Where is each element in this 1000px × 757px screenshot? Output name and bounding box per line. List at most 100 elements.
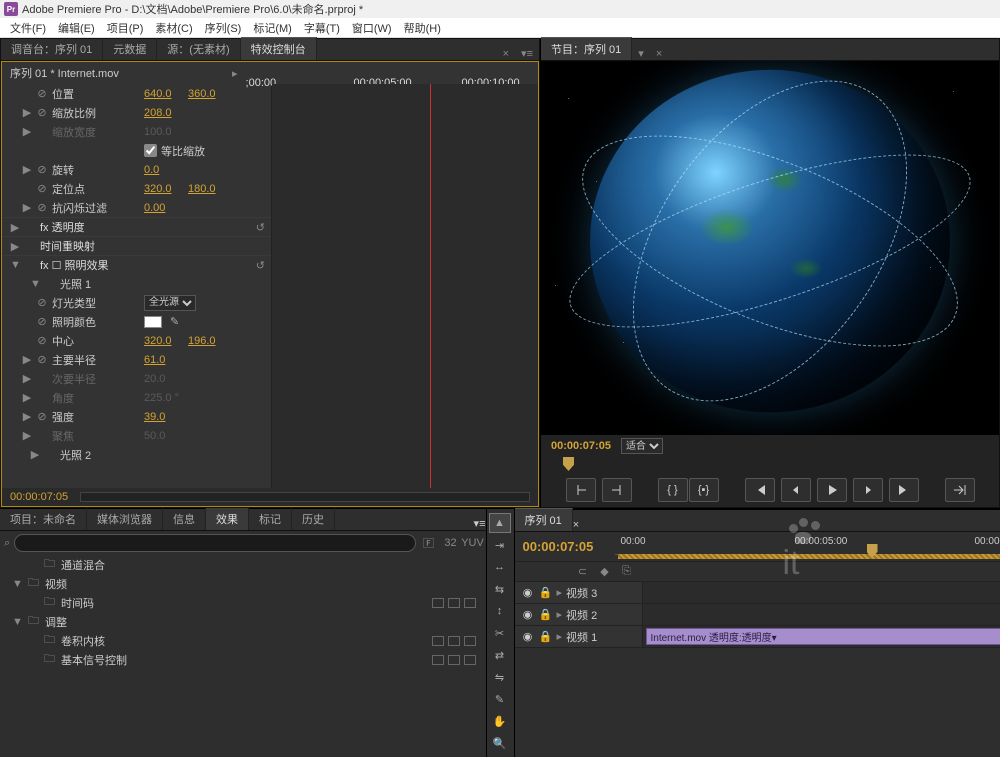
tab-effects[interactable]: 效果 [206,507,249,530]
twirl-icon[interactable]: ▶ [30,448,40,461]
stopwatch-icon[interactable]: ⊘ [36,296,48,309]
twirl-icon[interactable]: ▶ [22,372,32,385]
twirl-icon[interactable]: ▶ [22,106,32,119]
razor-tool[interactable]: ✂ [489,623,511,643]
program-view[interactable] [541,61,999,435]
program-current-time[interactable]: 00:00:07:05 [551,440,611,452]
tab-media[interactable]: 媒体浏览器 [87,508,163,530]
yuv-badge-icon[interactable]: YUV [464,534,482,552]
slip-tool[interactable]: ⇄ [489,645,511,665]
ec-panel-menu-icon[interactable]: ▾≡ [515,47,539,60]
menu-window[interactable]: 窗口(W) [346,18,398,38]
ec-current-time[interactable]: 00:00:07:05 [10,491,68,503]
tab-project[interactable]: 项目：未命名 [0,508,87,530]
stopwatch-icon[interactable]: ⊘ [36,106,48,119]
mark-in-button[interactable] [566,478,596,502]
zoom-tool[interactable]: 🔍 [489,733,511,753]
tab-history[interactable]: 历史 [292,508,335,530]
tab-timeline-seq[interactable]: 序列 01 [515,508,573,531]
prop-value[interactable]: 208.0 [144,107,184,119]
tree-item[interactable]: ▼🗀视频 [0,574,486,593]
track-select-tool[interactable]: ⇥ [489,535,511,555]
hand-tool[interactable]: ✋ [489,711,511,731]
effects-search-input[interactable] [14,534,415,552]
fx-badge-icon[interactable]: 🄵 [420,534,438,552]
timeline-close-icon[interactable]: × [573,519,579,531]
effects-tree[interactable]: 🗀通道混合▼🗀视频🗀时间码▼🗀调整🗀卷积内核🗀基本信号控制 [0,555,486,757]
ec-hscroll[interactable] [80,492,530,502]
tab-metadata[interactable]: 元数据 [103,38,157,60]
tree-item[interactable]: 🗀通道混合 [0,555,486,574]
tree-item[interactable]: ▼🗀调整 [0,612,486,631]
program-tab-menu-icon[interactable]: ▾ [632,47,650,60]
bit32-badge-icon[interactable]: 32 [442,534,460,552]
eye-icon[interactable]: ◉ [521,630,535,643]
light-type-select[interactable]: 全光源 [144,295,196,311]
track-header[interactable]: ◉🔒▸视频 2 [515,604,643,625]
bl-panel-menu-icon[interactable]: ▾≡ [474,517,486,530]
insert-button[interactable]: { } [658,478,688,502]
ec-close-icon[interactable]: × [497,48,515,60]
menu-help[interactable]: 帮助(H) [398,18,447,38]
tab-program[interactable]: 节目：序列 01 [541,37,632,60]
menu-file[interactable]: 文件(F) [4,18,52,38]
stopwatch-icon[interactable]: ⊘ [36,334,48,347]
twirl-icon[interactable]: ▶ [22,125,32,138]
link-icon[interactable]: ⎘ [619,565,635,579]
twirl-icon[interactable]: ▶ [22,201,32,214]
twirl-icon[interactable]: ▼ [12,616,22,628]
tree-item[interactable]: 🗀卷积内核 [0,631,486,650]
prop-value-x[interactable]: 640.0 [144,88,184,100]
timeline-ruler[interactable]: 00:00 00:00:05:00 00:00:10:00 [615,532,1000,561]
stopwatch-icon[interactable]: ⊘ [36,87,48,100]
stopwatch-icon[interactable]: ⊘ [36,201,48,214]
tab-audio-mixer[interactable]: 调音台：序列 01 [1,38,103,60]
twirl-icon[interactable]: ▶ [22,391,32,404]
tab-markers[interactable]: 标记 [249,508,292,530]
tab-info[interactable]: 信息 [163,508,206,530]
slide-tool[interactable]: ⇋ [489,667,511,687]
collapse-icon[interactable]: ▸ [557,630,563,643]
track-lane[interactable] [643,582,1000,603]
menu-title[interactable]: 字幕(T) [298,18,346,38]
track-header[interactable]: ◉🔒▸视频 1 [515,626,643,647]
twirl-icon[interactable]: ▼ [10,259,20,271]
snap-icon[interactable]: ⊂ [575,565,591,579]
marker-icon[interactable]: ◆ [597,565,613,579]
menu-marker[interactable]: 标记(M) [247,18,298,38]
stopwatch-icon[interactable]: ⊘ [36,410,48,423]
step-back-button[interactable] [781,478,811,502]
lock-icon[interactable]: 🔒 [539,586,553,599]
eye-icon[interactable]: ◉ [521,586,535,599]
track-lane[interactable] [643,604,1000,625]
track-lane[interactable]: Internet.mov 透明度:透明度▾ [643,626,1000,647]
ec-toggle-timeline-icon[interactable]: ▸ [232,67,244,80]
menu-project[interactable]: 项目(P) [101,18,150,38]
ripple-tool[interactable]: ↔ [489,557,511,577]
prop-value[interactable]: 0.00 [144,202,184,214]
menu-sequence[interactable]: 序列(S) [199,18,248,38]
timeline-clip[interactable]: Internet.mov 透明度:透明度▾ [646,628,1000,645]
selection-tool[interactable]: ▲ [489,513,511,533]
go-to-in-button[interactable] [745,478,775,502]
tab-source[interactable]: 源：(无素材) [157,38,240,60]
menu-clip[interactable]: 素材(C) [149,18,198,38]
eye-icon[interactable]: ◉ [521,608,535,621]
twirl-icon[interactable]: ▼ [12,578,22,590]
program-playhead[interactable] [563,457,574,471]
color-swatch[interactable] [144,316,162,328]
eyedropper-icon[interactable]: ✎ [166,315,179,328]
step-fwd-button[interactable] [853,478,883,502]
ec-keyframe-area[interactable] [272,84,538,488]
play-button[interactable] [817,478,847,502]
rolling-tool[interactable]: ⇆ [489,579,511,599]
twirl-icon[interactable]: ▶ [22,429,32,442]
tree-item[interactable]: 🗀基本信号控制 [0,650,486,669]
program-close-icon[interactable]: × [650,48,668,60]
prop-value[interactable]: 61.0 [144,354,184,366]
reset-icon[interactable]: ↺ [256,221,265,234]
timeline-current-time[interactable]: 00:00:07:05 [523,539,607,554]
collapse-icon[interactable]: ▸ [557,608,563,621]
prop-value[interactable]: 0.0 [144,164,184,176]
track-header[interactable]: ◉🔒▸视频 3 [515,582,643,603]
